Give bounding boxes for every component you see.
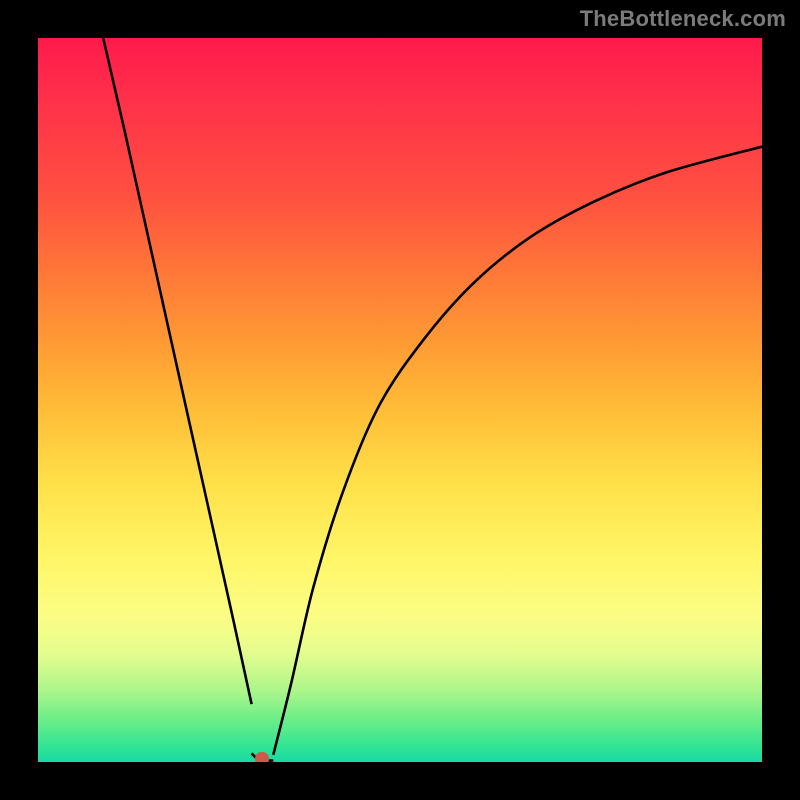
- chart-container: TheBottleneck.com: [0, 0, 800, 800]
- curve-right-branch: [273, 147, 762, 755]
- curve-left-branch: [103, 38, 251, 704]
- bottleneck-curve: [38, 38, 762, 762]
- plot-area: [38, 38, 762, 762]
- watermark-text: TheBottleneck.com: [580, 6, 786, 32]
- minimum-dot: [255, 752, 269, 762]
